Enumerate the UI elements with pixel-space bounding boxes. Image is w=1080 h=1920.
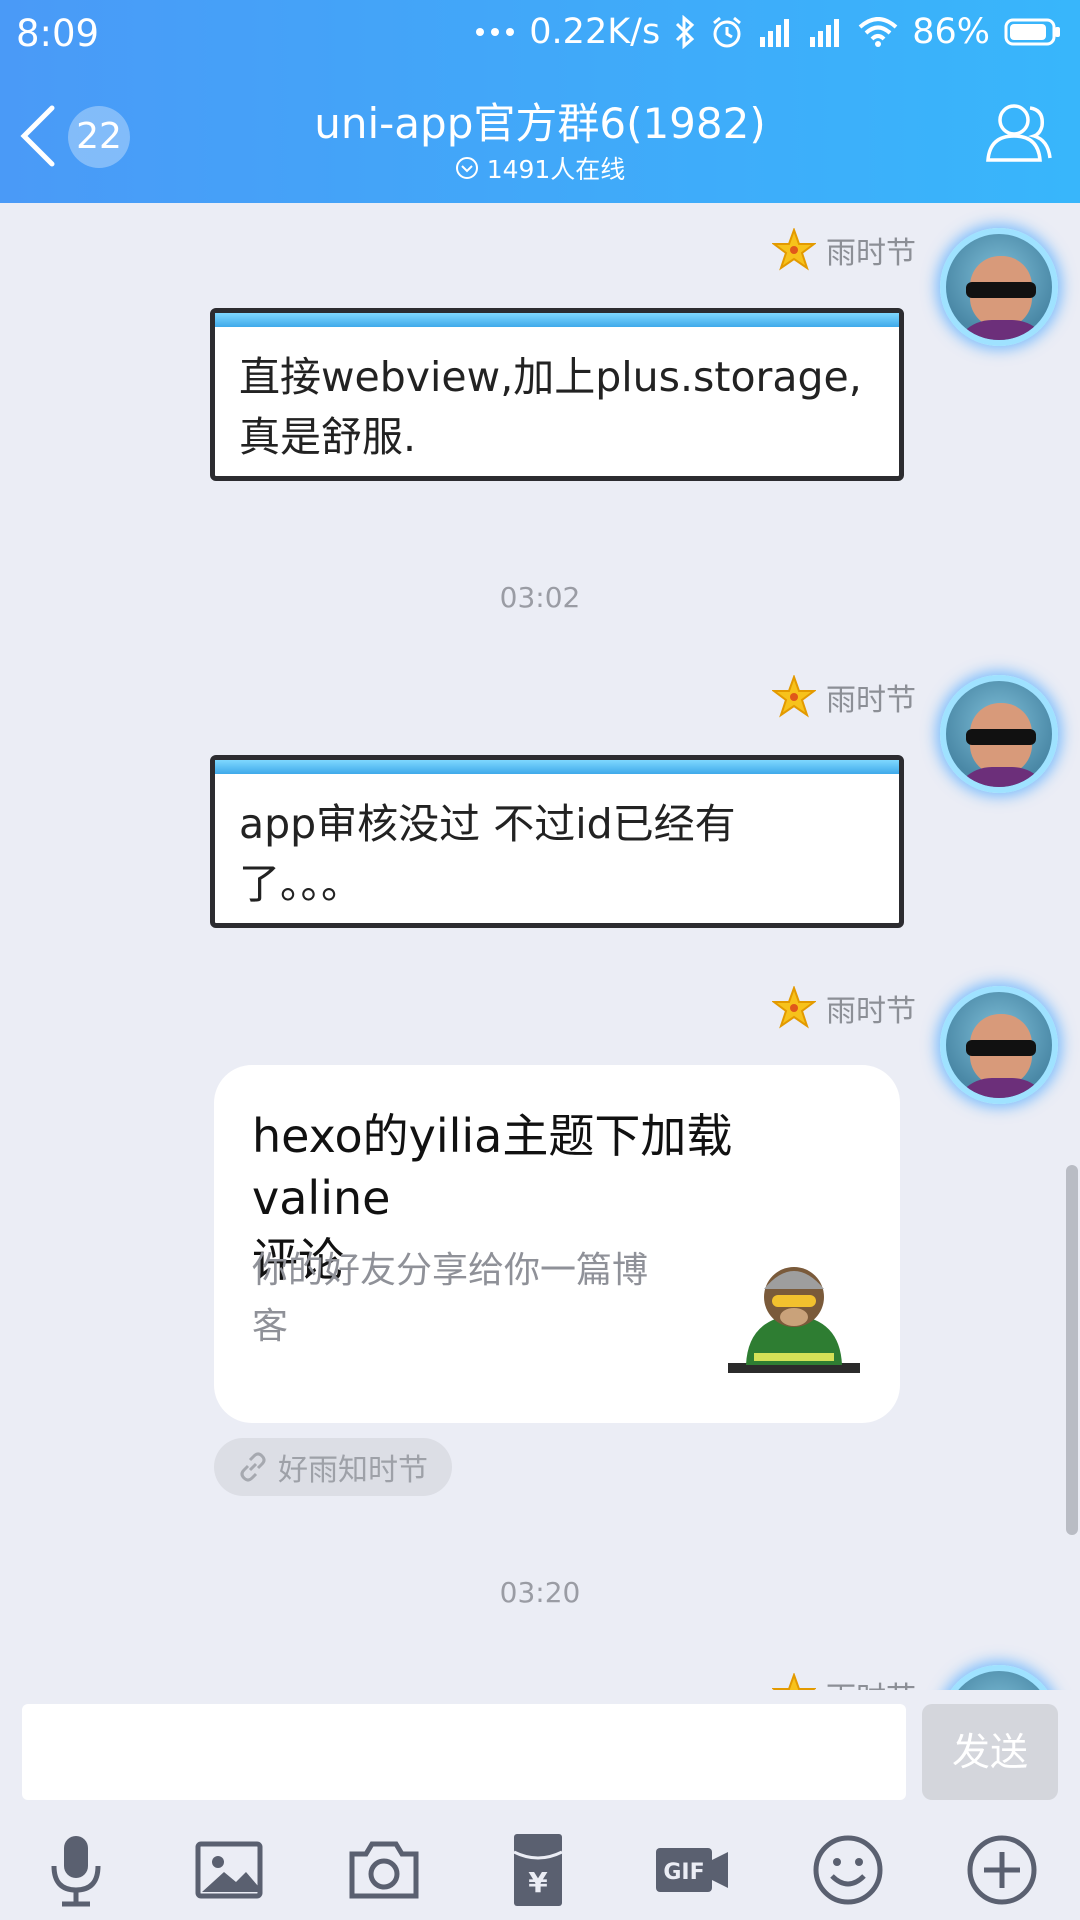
- sender-name: 雨时节: [826, 994, 916, 1029]
- sender-name-row[interactable]: 雨时节: [772, 986, 916, 1030]
- sender-name: 雨时节: [826, 683, 916, 718]
- more-dots-icon: [476, 28, 515, 36]
- star-icon: [772, 986, 816, 1029]
- shared-article-card[interactable]: hexo的yilia主题下加载valine 评论 你的好友分享给你一篇博 客: [214, 1065, 900, 1423]
- svg-text:GIF: GIF: [663, 1860, 704, 1885]
- timestamp: 03:20: [499, 1576, 581, 1609]
- scrollbar[interactable]: [1066, 1165, 1078, 1535]
- sender-name-row[interactable]: 雨时节: [772, 228, 916, 272]
- message-text: 直接webview,加上plus.storage, 真是舒服.: [239, 353, 862, 461]
- star-icon: [772, 1673, 816, 1690]
- chat-title[interactable]: uni-app官方群6(1982): [0, 90, 1080, 151]
- image-icon[interactable]: [190, 1830, 270, 1910]
- gif-icon[interactable]: GIF: [652, 1830, 732, 1910]
- sender-name: 雨时节: [826, 236, 916, 271]
- status-time: 8:09: [16, 12, 100, 55]
- message-bubble[interactable]: app审核没过 不过id已经有 了。。。: [210, 755, 904, 928]
- input-area: 发送 ¥ GIF: [0, 1690, 1080, 1920]
- red-packet-icon[interactable]: ¥: [498, 1830, 578, 1910]
- alarm-icon: [713, 16, 742, 48]
- message-input[interactable]: [22, 1704, 906, 1800]
- online-count: 1491人在线: [0, 150, 1080, 186]
- chat-header: 8:09 0.22K/s 86% 22 uni-app官方群6(1982) 14…: [0, 0, 1080, 203]
- article-thumbnail: [728, 1267, 860, 1373]
- check-circle-icon: [455, 157, 478, 179]
- sender-name-row[interactable]: 雨时节: [772, 1673, 916, 1690]
- camera-icon[interactable]: [344, 1830, 424, 1910]
- signal-icon: [810, 19, 840, 47]
- sender-name-row[interactable]: 雨时节: [772, 675, 916, 719]
- svg-text:¥: ¥: [528, 1866, 548, 1899]
- network-speed: 0.22K/s: [529, 12, 661, 52]
- star-icon: [772, 675, 816, 718]
- share-source-link[interactable]: 好雨知时节: [214, 1438, 452, 1496]
- shared-article-description: 你的好友分享给你一篇博 客: [252, 1250, 649, 1347]
- link-icon: [240, 1452, 266, 1482]
- battery-percent: 86%: [912, 12, 990, 52]
- message-list[interactable]: 雨时节 直接webview,加上plus.storage, 真是舒服. 03:0…: [0, 203, 1080, 1690]
- plus-icon[interactable]: [962, 1830, 1042, 1910]
- battery-icon: [1004, 18, 1060, 46]
- status-icons: 0.22K/s 86%: [475, 12, 1062, 52]
- status-bar: 8:09 0.22K/s 86%: [0, 0, 1080, 68]
- wifi-icon: [858, 17, 898, 47]
- message-text: app审核没过 不过id已经有 了。。。: [239, 800, 736, 908]
- share-source-label: 好雨知时节: [278, 1453, 428, 1488]
- timestamp: 03:02: [499, 581, 581, 614]
- sender-name: 雨时节: [826, 1673, 916, 1690]
- avatar[interactable]: [940, 675, 1058, 793]
- group-members-icon[interactable]: [984, 100, 1054, 166]
- avatar[interactable]: [940, 986, 1058, 1104]
- bluetooth-icon: [676, 15, 695, 49]
- online-count-label: 1491人在线: [486, 155, 626, 184]
- send-button[interactable]: 发送: [922, 1704, 1058, 1800]
- avatar[interactable]: [940, 1665, 1058, 1690]
- message-bubble[interactable]: 直接webview,加上plus.storage, 真是舒服.: [210, 308, 904, 481]
- nav-bar: 22 uni-app官方群6(1982) 1491人在线: [0, 68, 1080, 203]
- star-icon: [772, 228, 816, 271]
- input-toolbar: ¥ GIF: [0, 1830, 1080, 1920]
- microphone-icon[interactable]: [36, 1830, 116, 1910]
- emoji-icon[interactable]: [808, 1830, 888, 1910]
- signal-icon: [760, 19, 790, 47]
- avatar[interactable]: [940, 228, 1058, 346]
